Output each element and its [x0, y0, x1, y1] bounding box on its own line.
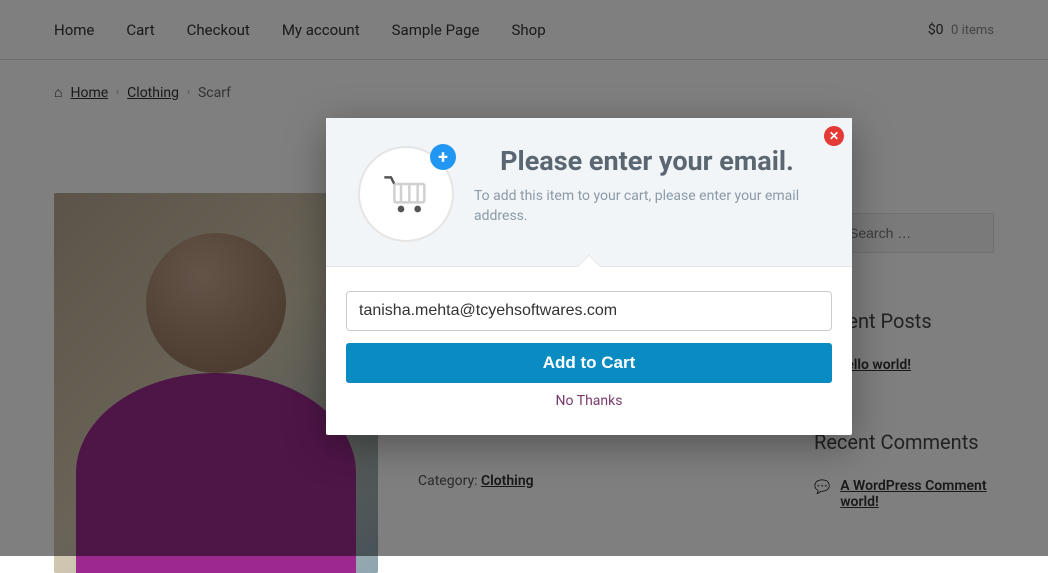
modal-subtitle: To add this item to your cart, please en…: [474, 187, 820, 226]
email-capture-modal: ✕ + Please enter your email. To add this…: [326, 118, 852, 435]
close-icon: ✕: [829, 129, 839, 143]
modal-header: ✕ + Please enter your email. To add this…: [326, 118, 852, 267]
add-to-cart-button[interactable]: Add to Cart: [346, 343, 832, 383]
modal-body: Add to Cart No Thanks: [326, 267, 852, 435]
cart-icon: [381, 172, 431, 216]
close-button[interactable]: ✕: [824, 126, 844, 146]
email-input[interactable]: [346, 291, 832, 331]
no-thanks-link[interactable]: No Thanks: [346, 393, 832, 409]
modal-header-text: Please enter your email. To add this ite…: [474, 146, 820, 242]
modal-title: Please enter your email.: [474, 146, 820, 177]
cart-icon-badge: +: [358, 146, 454, 242]
plus-icon: +: [430, 144, 456, 170]
